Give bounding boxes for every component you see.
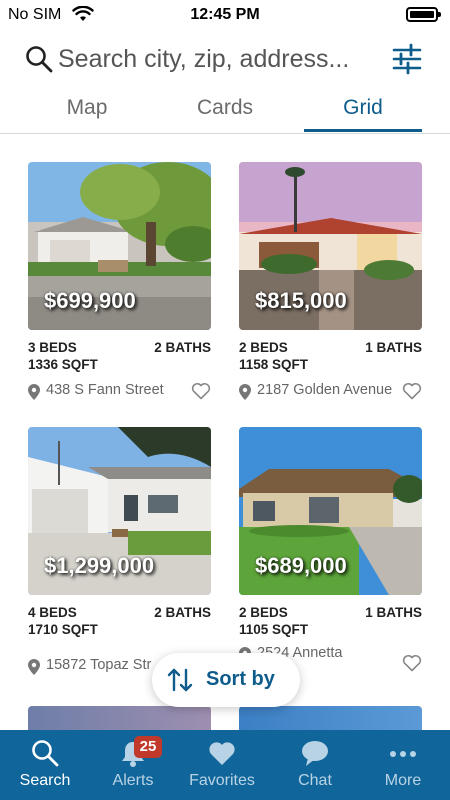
search-bar bbox=[0, 36, 450, 84]
listing-sqft: 1158 SQFT bbox=[239, 357, 309, 372]
tab-grid[interactable]: Grid bbox=[304, 96, 422, 132]
listing-photo-partial[interactable] bbox=[239, 706, 422, 730]
listing-beds: 3 BEDS bbox=[28, 340, 77, 355]
view-tabs: Map Cards Grid bbox=[0, 90, 450, 134]
location-pin-icon bbox=[28, 659, 40, 675]
listing-address[interactable]: 2187 Golden Avenue bbox=[257, 382, 392, 398]
listing-address[interactable]: 438 S Fann Street bbox=[46, 382, 164, 398]
favorite-heart-icon[interactable] bbox=[402, 653, 422, 673]
nav-alerts[interactable]: 25 Alerts bbox=[88, 730, 178, 800]
clock: 12:45 PM bbox=[190, 6, 260, 23]
listing-baths: 1 BATHS bbox=[365, 605, 422, 620]
active-tab-indicator bbox=[304, 129, 422, 132]
location-pin-icon bbox=[28, 384, 40, 400]
bottom-tab-bar: Search 25 Alerts Favorites Chat More bbox=[0, 730, 450, 800]
listing-beds: 2 BEDS bbox=[239, 605, 288, 620]
favorite-heart-icon[interactable] bbox=[402, 381, 422, 401]
listing-address[interactable]: 15872 Topaz Str bbox=[46, 657, 156, 673]
listing-photo-partial[interactable] bbox=[28, 706, 211, 730]
tab-map[interactable]: Map bbox=[28, 96, 146, 132]
listing-baths: 1 BATHS bbox=[365, 340, 422, 355]
listing-address-row: 438 S Fann Street bbox=[28, 380, 211, 404]
battery-icon bbox=[406, 7, 441, 22]
nav-alerts-label: Alerts bbox=[112, 772, 154, 789]
listing-photo[interactable]: $1,299,000 bbox=[28, 427, 211, 595]
listing-address-row: 2187 Golden Avenue bbox=[239, 380, 422, 404]
tab-cards[interactable]: Cards bbox=[165, 96, 285, 132]
listing-beds: 2 BEDS bbox=[239, 340, 288, 355]
listing-baths: 2 BATHS bbox=[154, 605, 211, 620]
listing-baths: 2 BATHS bbox=[154, 340, 211, 355]
chat-bubble-icon bbox=[302, 741, 328, 766]
nav-more-label: More bbox=[384, 772, 422, 789]
filter-sliders-icon[interactable] bbox=[390, 42, 424, 76]
nav-favorites[interactable]: Favorites bbox=[177, 730, 267, 800]
listing-photo[interactable]: $689,000 bbox=[239, 427, 422, 595]
search-icon bbox=[32, 740, 59, 767]
listing-photo[interactable]: $699,900 bbox=[28, 162, 211, 330]
screen: No SIM 12:45 PM Map Cards Grid bbox=[0, 0, 450, 800]
location-pin-icon bbox=[239, 384, 251, 400]
listing-price: $689,000 bbox=[255, 553, 347, 578]
listing-photo[interactable]: $815,000 bbox=[239, 162, 422, 330]
nav-more[interactable]: More bbox=[358, 730, 448, 800]
nav-chat-label: Chat bbox=[298, 772, 332, 789]
nav-search[interactable]: Search bbox=[0, 730, 90, 800]
alerts-count-badge: 25 bbox=[134, 736, 162, 758]
listing-sqft: 1105 SQFT bbox=[239, 622, 309, 637]
listing-price: $1,299,000 bbox=[44, 553, 155, 578]
nav-favorites-label: Favorites bbox=[189, 772, 255, 789]
sort-arrows-icon bbox=[167, 668, 193, 692]
status-bar: No SIM 12:45 PM bbox=[0, 0, 450, 30]
listing-beds: 4 BEDS bbox=[28, 605, 77, 620]
sort-button[interactable]: Sort by bbox=[152, 653, 300, 707]
more-dots-icon bbox=[390, 751, 416, 757]
search-icon bbox=[26, 46, 53, 73]
nav-search-label: Search bbox=[19, 772, 71, 789]
search-input[interactable] bbox=[58, 42, 378, 76]
listing-price: $815,000 bbox=[255, 288, 347, 313]
sort-label: Sort by bbox=[206, 668, 275, 690]
listing-price: $699,900 bbox=[44, 288, 136, 313]
listing-sqft: 1710 SQFT bbox=[28, 622, 98, 637]
favorite-heart-icon[interactable] bbox=[191, 381, 211, 401]
listing-sqft: 1336 SQFT bbox=[28, 357, 98, 372]
nav-chat[interactable]: Chat bbox=[270, 730, 360, 800]
heart-icon bbox=[209, 742, 235, 765]
